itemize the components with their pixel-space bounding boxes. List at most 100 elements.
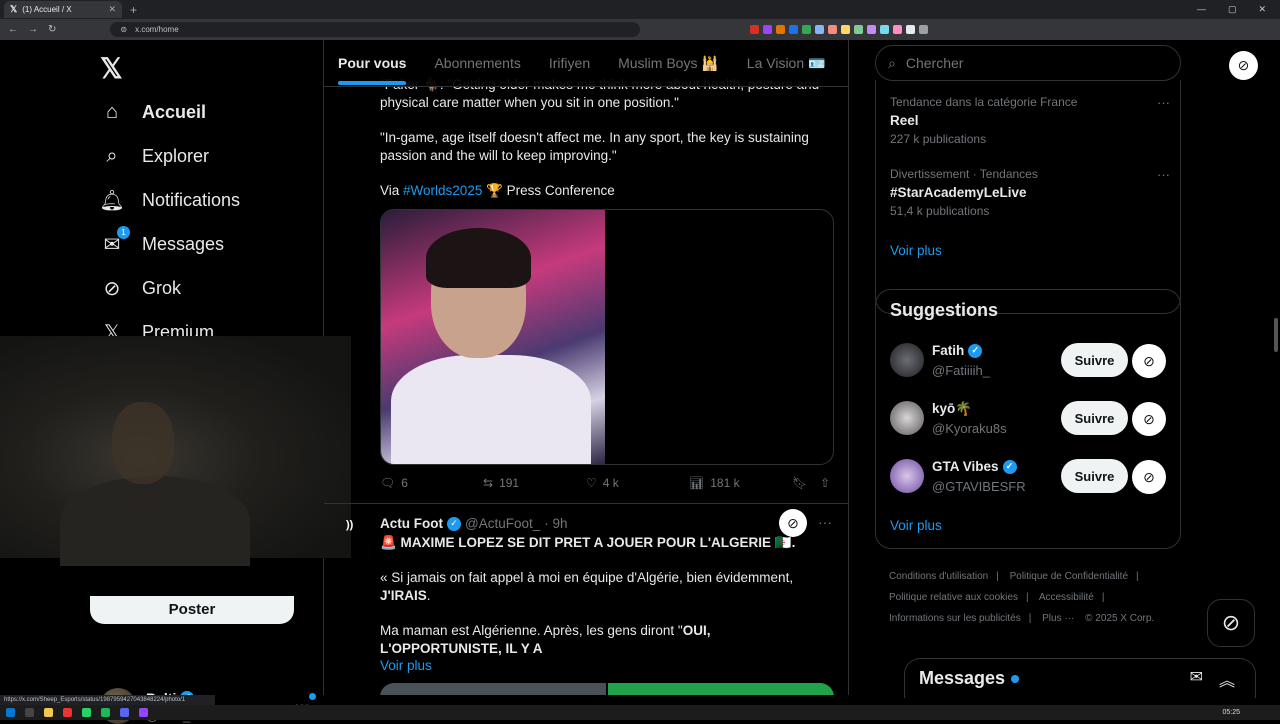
taskbar-app-icon[interactable] <box>101 708 110 717</box>
tweet-photo-1[interactable] <box>381 210 606 464</box>
bookmark-icon[interactable]: 🔖︎ <box>792 476 820 490</box>
extension-icon[interactable] <box>815 25 825 34</box>
nav-notifications[interactable]: 🔔︎ Notifications <box>99 188 240 212</box>
taskbar-app-icon[interactable] <box>63 708 72 717</box>
tab-following[interactable]: Abonnements <box>434 55 520 71</box>
reload-icon[interactable]: ↻ <box>48 24 56 35</box>
trend-item[interactable]: Tendance dans la catégorie France Reel 2… <box>890 95 1170 146</box>
tweet-photo-2[interactable] <box>608 683 834 695</box>
views-button[interactable]: 📊︎ 181 k <box>689 476 792 490</box>
tweet-time[interactable]: · 9h <box>544 516 567 531</box>
view-count: 181 k <box>710 476 740 490</box>
suggestions-show-more[interactable]: Voir plus <box>890 518 942 533</box>
new-tab-icon[interactable]: + <box>130 3 137 17</box>
suggestion-item[interactable]: Fatih ✓ @Fatiiiih_ Suivre ⊘ <box>890 341 1180 381</box>
tab-for-you[interactable]: Pour vous <box>338 55 407 85</box>
tweet-media[interactable] <box>380 209 834 465</box>
block-icon[interactable]: ⊘ <box>1132 344 1166 378</box>
extension-icon[interactable] <box>776 25 786 34</box>
file-explorer-icon[interactable] <box>44 708 53 717</box>
footer-link[interactable]: Politique de Confidentialité <box>1010 571 1128 582</box>
taskbar-app-icon[interactable] <box>120 708 129 717</box>
author-name[interactable]: Actu Foot <box>380 516 443 531</box>
nav-home[interactable]: ⌂ Accueil <box>100 100 206 124</box>
more-icon[interactable]: ··· <box>818 514 832 530</box>
extension-icon[interactable] <box>867 25 877 34</box>
nav-messages[interactable]: ✉ 1 Messages <box>100 226 224 256</box>
extension-icon[interactable] <box>789 25 799 34</box>
nav-explore[interactable]: ⌕ Explorer <box>100 144 209 168</box>
taskbar-app-icon[interactable] <box>82 708 91 717</box>
follow-button[interactable]: Suivre <box>1061 343 1128 377</box>
hashtag-link[interactable]: #Worlds2025 <box>403 183 482 198</box>
more-icon[interactable]: ··· <box>1157 167 1170 182</box>
x-logo-icon[interactable]: 𝕏 <box>100 52 123 85</box>
close-window-icon[interactable]: ✕ <box>1258 4 1266 15</box>
reply-button[interactable]: 🗨︎ 6 <box>380 476 483 490</box>
trends-show-more[interactable]: Voir plus <box>890 243 942 258</box>
extension-icon[interactable] <box>802 25 812 34</box>
avatar[interactable] <box>890 343 924 377</box>
extension-icon[interactable] <box>906 25 916 34</box>
avatar[interactable] <box>890 459 924 493</box>
footer-link[interactable]: Politique relative aux cookies <box>889 592 1018 603</box>
footer-link[interactable]: Plus ··· <box>1042 613 1074 624</box>
extension-icon[interactable] <box>763 25 773 34</box>
suggestion-item[interactable]: kyō🌴 @Kyoraku8s Suivre ⊘ <box>890 399 1180 439</box>
extension-icon[interactable] <box>919 25 929 34</box>
extension-icon[interactable] <box>854 25 864 34</box>
url-field[interactable]: ⊜ x.com/home <box>110 22 641 37</box>
actufoot-avatar[interactable]: )) <box>346 519 372 545</box>
taskbar-app-icon[interactable] <box>139 708 148 717</box>
footer-link[interactable]: Conditions d'utilisation <box>889 571 988 582</box>
forward-icon[interactable]: → <box>28 24 38 35</box>
new-message-icon[interactable]: ✉ <box>1190 667 1203 691</box>
follow-button[interactable]: Suivre <box>1061 459 1128 493</box>
search-input[interactable]: ⌕ Chercher <box>875 45 1181 81</box>
trend-item[interactable]: Divertissement · Tendances #StarAcademyL… <box>890 167 1170 218</box>
block-icon[interactable]: ⊘ <box>1229 51 1258 80</box>
block-icon[interactable]: ⊘ <box>779 509 807 537</box>
block-icon[interactable]: ⊘ <box>1132 402 1166 436</box>
tab-la-vision[interactable]: La Vision 🪪 <box>747 55 826 72</box>
footer-link[interactable]: Accessibilité <box>1039 592 1094 603</box>
tab-irifiyen[interactable]: Irifiyen <box>549 55 590 71</box>
like-count: 4 k <box>602 476 619 490</box>
author-handle[interactable]: @ActuFoot_ <box>465 516 540 531</box>
share-icon[interactable]: ⇧ <box>820 476 830 490</box>
close-tab-icon[interactable]: ✕ <box>108 4 116 15</box>
footer-link[interactable]: Informations sur les publicités <box>889 613 1021 624</box>
repost-button[interactable]: ⇆ 191 <box>483 476 586 490</box>
extension-icon[interactable] <box>893 25 903 34</box>
scrollbar[interactable] <box>1272 40 1280 695</box>
extension-icon[interactable] <box>880 25 890 34</box>
tab-muslim-boys[interactable]: Muslim Boys 🕌 <box>618 55 719 72</box>
tweet-photo-1[interactable] <box>380 683 606 695</box>
taskbar-search-icon[interactable] <box>25 708 34 717</box>
post-button[interactable]: Poster <box>90 596 294 624</box>
messages-drawer[interactable]: Messages ✉ ︽ <box>904 658 1256 698</box>
minimize-icon[interactable]: — <box>1197 4 1206 15</box>
grok-button[interactable]: ⊘ <box>1207 599 1255 647</box>
site-info-icon[interactable]: ⊜ <box>120 25 127 34</box>
extension-icon[interactable] <box>750 25 760 34</box>
show-more-link[interactable]: Voir plus <box>380 657 835 675</box>
more-icon[interactable]: ··· <box>1157 95 1170 110</box>
extension-icon[interactable] <box>828 25 838 34</box>
avatar[interactable] <box>890 401 924 435</box>
tweet-media[interactable] <box>380 683 834 695</box>
windows-start-icon[interactable] <box>6 708 15 717</box>
browser-tab[interactable]: 𝕏 (1) Accueil / X ✕ <box>4 1 122 18</box>
extension-icon[interactable] <box>841 25 851 34</box>
suggestion-item[interactable]: GTA Vibes ✓ @GTAVIBESFR Suivre ⊘ <box>890 457 1180 497</box>
status-url: https://x.com/Sheep_Esports/status/19879… <box>0 695 215 705</box>
block-icon[interactable]: ⊘ <box>1132 460 1166 494</box>
expand-icon[interactable]: ︽ <box>1219 667 1235 691</box>
nav-grok[interactable]: ⊘ Grok <box>100 276 181 300</box>
back-icon[interactable]: ← <box>8 24 18 35</box>
follow-button[interactable]: Suivre <box>1061 401 1128 435</box>
nav-explore-label: Explorer <box>142 145 210 166</box>
like-button[interactable]: ♡ 4 k <box>586 476 689 490</box>
scrollbar-thumb[interactable] <box>1274 318 1278 352</box>
maximize-icon[interactable]: ▢ <box>1228 4 1237 15</box>
